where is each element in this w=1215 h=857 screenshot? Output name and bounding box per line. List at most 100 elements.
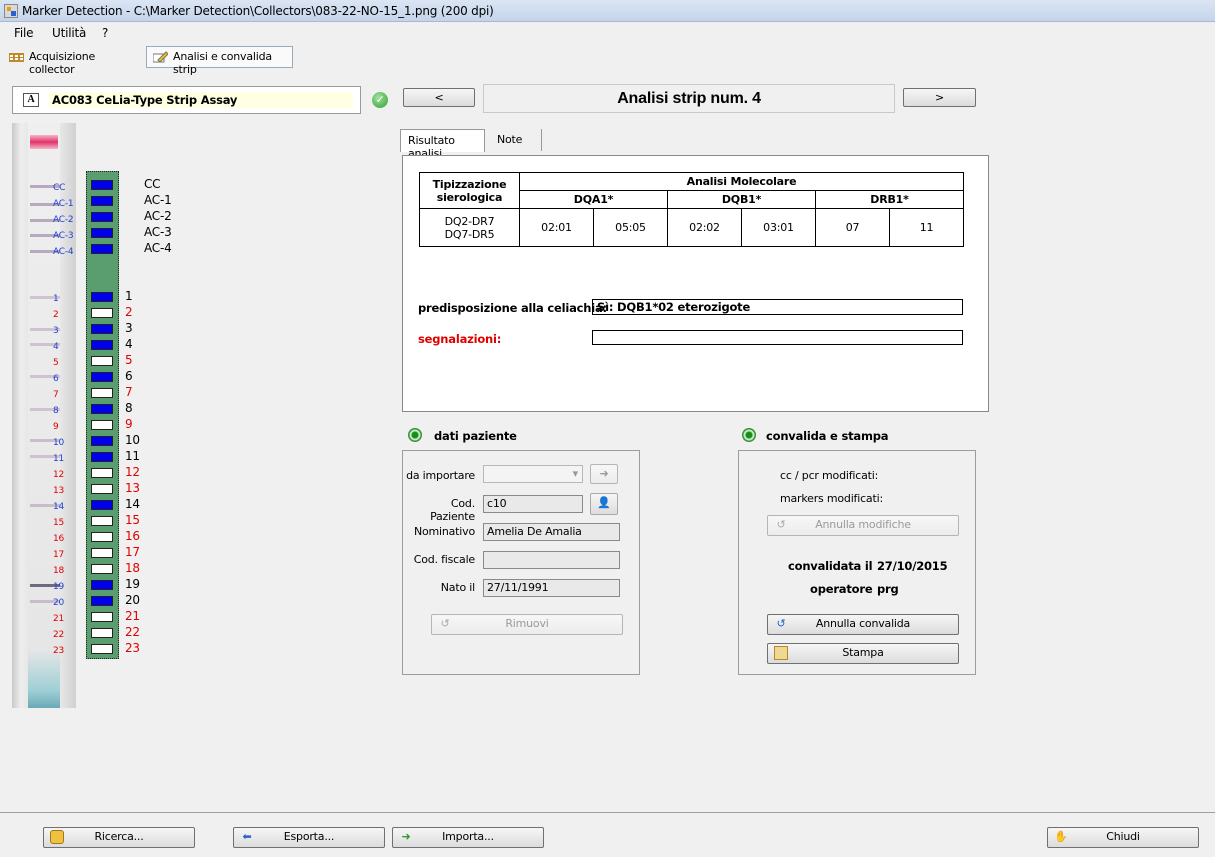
undo-validation-button[interactable]: ↺ Annulla convalida	[767, 614, 959, 635]
menu-help[interactable]: ?	[102, 26, 108, 40]
dqb1-header: DQB1*	[667, 190, 816, 209]
export-label: Esporta...	[283, 830, 335, 843]
marker-15[interactable]	[91, 516, 113, 526]
strip-code-1: 1	[53, 294, 59, 304]
marker-label-11: 11	[125, 449, 140, 463]
patient-box: da importare ▾ ➜ Cod. Paziente c10 👤 Nom…	[402, 450, 640, 675]
marker-22[interactable]	[91, 628, 113, 638]
strip-code-15: 15	[53, 518, 65, 528]
next-strip-button[interactable]: >	[903, 88, 976, 107]
app-icon	[4, 4, 18, 18]
marker-5[interactable]	[91, 356, 113, 366]
segnalazioni-label: segnalazioni:	[418, 332, 502, 346]
window-title: Marker Detection - C:\Marker Detection\C…	[22, 4, 494, 18]
marker-18[interactable]	[91, 564, 113, 574]
marker-label-ac-2: AC-2	[144, 209, 172, 223]
undo-changes-button[interactable]: ↺ Annulla modifiche	[767, 515, 959, 536]
marker-17[interactable]	[91, 548, 113, 558]
strip-code-10: 10	[53, 438, 65, 448]
menu-file[interactable]: File	[14, 26, 33, 40]
marker-2[interactable]	[91, 308, 113, 318]
marker-3[interactable]	[91, 324, 113, 334]
strip-code-21: 21	[53, 614, 65, 624]
marker-8[interactable]	[91, 404, 113, 414]
marker-6[interactable]	[91, 372, 113, 382]
strip-code-18: 18	[53, 566, 65, 576]
undo-icon: ↺	[776, 617, 786, 630]
marker-13[interactable]	[91, 484, 113, 494]
marker-21[interactable]	[91, 612, 113, 622]
name-label: Nominativo	[413, 525, 475, 538]
marker-ac-1[interactable]	[91, 196, 113, 206]
predisposizione-label: predisposizione alla celiachia:	[418, 301, 607, 315]
marker-10[interactable]	[91, 436, 113, 446]
remove-button[interactable]: ↺ Rimuovi	[431, 614, 623, 635]
birth-field[interactable]: 27/11/1991	[483, 579, 620, 597]
marker-label-9: 9	[125, 417, 133, 431]
strip-code-19: 19	[53, 582, 65, 592]
marker-ac-3[interactable]	[91, 228, 113, 238]
strip-code-ac-2: AC-2	[53, 215, 74, 225]
import-footer-button[interactable]: ➜ Importa...	[392, 827, 544, 848]
analisi-label: Analisi e convalida strip	[173, 50, 272, 76]
strip-code-3: 3	[53, 326, 59, 336]
drb1-allele-1: 07	[815, 208, 890, 247]
marker-12[interactable]	[91, 468, 113, 478]
print-icon	[774, 646, 788, 660]
fiscal-field[interactable]	[483, 551, 620, 569]
marker-ac-4[interactable]	[91, 244, 113, 254]
tipizzazione-header: Tipizzazione sierologica	[419, 172, 520, 209]
dqa1-allele-1: 02:01	[519, 208, 594, 247]
marker-label-4: 4	[125, 337, 133, 351]
validation-section-title: convalida e stampa	[766, 429, 889, 443]
acquisizione-collector-button[interactable]: Acquisizione collector	[2, 46, 136, 76]
search-button[interactable]: Ricerca...	[43, 827, 195, 848]
operator-value: prg	[877, 582, 899, 596]
name-field[interactable]: Amelia De Amalia	[483, 523, 620, 541]
marker-label-14: 14	[125, 497, 140, 511]
undo-icon: ↺	[440, 617, 450, 630]
import-button[interactable]: ➜	[590, 464, 618, 484]
patient-search-button[interactable]: 👤	[590, 493, 618, 515]
toolbar: Acquisizione collector Analisi e convali…	[0, 44, 1215, 76]
marker-20[interactable]	[91, 596, 113, 606]
marker-14[interactable]	[91, 500, 113, 510]
strip-code-6: 6	[53, 374, 59, 384]
marker-cc[interactable]	[91, 180, 113, 190]
marker-label-ac-3: AC-3	[144, 225, 172, 239]
code-field[interactable]: c10	[483, 495, 583, 513]
marker-1[interactable]	[91, 292, 113, 302]
assay-icon: A	[23, 93, 39, 107]
export-button[interactable]: ⬅ Esporta...	[233, 827, 385, 848]
import-footer-label: Importa...	[442, 830, 494, 843]
marker-9[interactable]	[91, 420, 113, 430]
tipizzazione-value: DQ2-DR7 DQ7-DR5	[419, 208, 520, 247]
chevron-down-icon: ▾	[572, 467, 579, 480]
analisi-molecolare-header: Analisi Molecolare	[519, 172, 964, 191]
markers-modified-label: markers modificati:	[780, 492, 883, 505]
marker-ac-2[interactable]	[91, 212, 113, 222]
menu-utilita[interactable]: Utilità	[52, 26, 86, 40]
marker-16[interactable]	[91, 532, 113, 542]
marker-7[interactable]	[91, 388, 113, 398]
operator-label: operatore	[810, 582, 873, 596]
person-icon: 👤	[597, 496, 611, 509]
marker-19[interactable]	[91, 580, 113, 590]
prev-strip-button[interactable]: <	[403, 88, 475, 107]
strip-code-ac-4: AC-4	[53, 247, 74, 257]
tab-note[interactable]: Note	[490, 129, 542, 151]
analisi-convalida-button[interactable]: Analisi e convalida strip	[146, 46, 293, 76]
segnalazioni-value	[592, 330, 963, 345]
close-button[interactable]: ✋ Chiudi	[1047, 827, 1199, 848]
strip-code-ac-3: AC-3	[53, 231, 74, 241]
import-dropdown[interactable]: ▾	[483, 465, 583, 483]
tipizzazione-value-1: DQ2-DR7	[444, 214, 495, 228]
marker-4[interactable]	[91, 340, 113, 350]
marker-23[interactable]	[91, 644, 113, 654]
marker-11[interactable]	[91, 452, 113, 462]
export-arrow-icon: ⬅	[242, 830, 252, 843]
strip-code-8: 8	[53, 406, 59, 416]
tab-risultato-analisi[interactable]: Risultato analisi	[400, 129, 485, 160]
print-button[interactable]: Stampa	[767, 643, 959, 664]
strip-image	[12, 123, 76, 708]
